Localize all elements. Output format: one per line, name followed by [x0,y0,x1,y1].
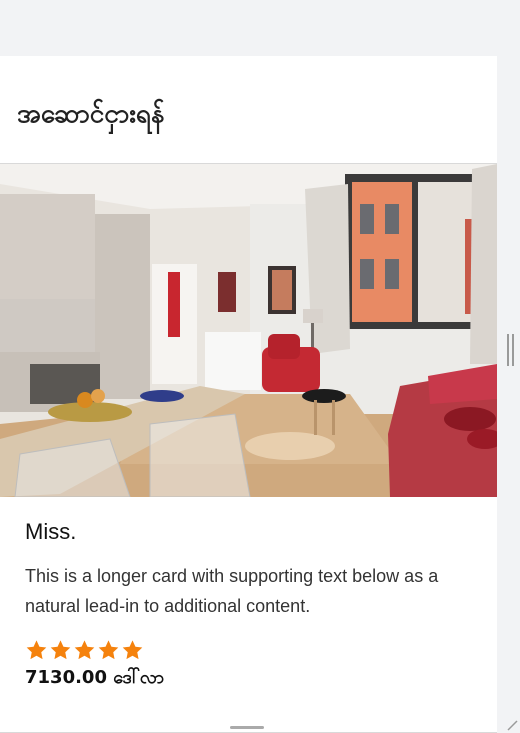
resize-corner-icon[interactable] [506,719,518,731]
splitter-handle-icon[interactable] [507,334,514,366]
card-description: This is a longer card with supporting te… [25,566,439,616]
rating-stars [25,639,480,661]
star-icon [122,640,143,660]
card-title: Miss. [25,519,77,544]
star-icon [98,640,119,660]
price-label: 7130.00 ဒေါ်လာ [25,667,165,688]
page-title: အဆောင်ငှားရန် [17,99,165,129]
star-icon [74,640,95,660]
star-icon [50,640,71,660]
apartment-photo [0,164,497,497]
card-body: Miss. This is a longer card with support… [25,519,480,692]
bottom-resize-handle[interactable] [230,726,264,729]
listing-card[interactable]: Miss. This is a longer card with support… [0,163,497,733]
star-icon [26,640,47,660]
listing-panel: အဆောင်ငှားရန် Miss. This is a longer car… [0,56,497,733]
